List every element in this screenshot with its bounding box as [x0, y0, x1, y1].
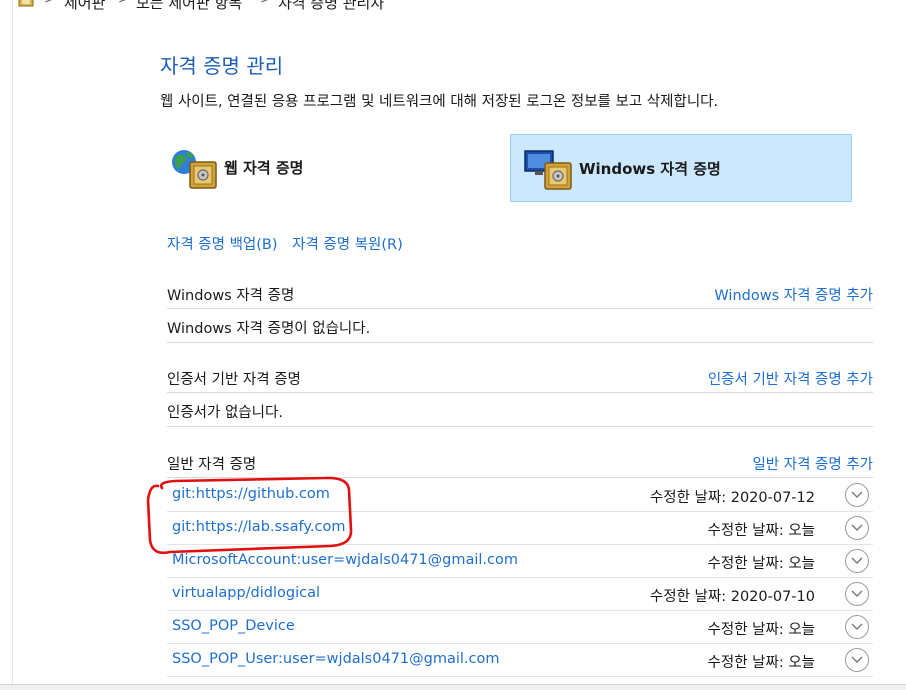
restore-credentials-link[interactable]: 자격 증명 복원(R) [292, 237, 403, 253]
credential-row[interactable]: SSO_POP_User:user=wjdals0471@gmail.com 수… [167, 644, 873, 677]
web-credentials-icon [166, 140, 220, 194]
page-description: 웹 사이트, 연결된 응용 프로그램 및 네트워크에 대해 저장된 로그온 정보… [160, 94, 719, 110]
credential-row[interactable]: SSO_POP_Device 수정한 날짜: 오늘 [167, 611, 873, 644]
bottom-edge [0, 684, 906, 690]
expand-chevron-icon[interactable] [845, 483, 869, 507]
certificate-credentials-empty: 인증서가 없습니다. [167, 394, 873, 427]
credential-row[interactable]: virtualapp/didlogical 수정한 날짜: 2020-07-10 [167, 578, 873, 611]
expand-chevron-icon[interactable] [845, 648, 869, 672]
credential-name[interactable]: SSO_POP_Device [172, 618, 295, 634]
expand-chevron-icon[interactable] [845, 516, 869, 540]
control-panel-icon [18, 0, 34, 7]
section-title: Windows 자격 증명 [167, 288, 295, 304]
generic-credentials-header: 일반 자격 증명 일반 자격 증명 추가 [167, 449, 873, 478]
credential-row[interactable]: MicrosoftAccount:user=wjdals0471@gmail.c… [167, 545, 873, 578]
window-left-border [12, 0, 13, 689]
empty-message: 인증서가 없습니다. [167, 405, 283, 421]
breadcrumb-item-credential-manager[interactable]: 자격 증명 관리자 [278, 0, 384, 13]
credential-modified-date: 수정한 날짜: 오늘 [707, 556, 815, 572]
page-title: 자격 증명 관리 [160, 54, 284, 78]
credential-modified-date: 수정한 날짜: 오늘 [707, 622, 815, 638]
tab-web-credentials-label: 웹 자격 증명 [224, 158, 304, 177]
credential-name[interactable]: SSO_POP_User:user=wjdals0471@gmail.com [172, 651, 500, 667]
tab-windows-credentials[interactable]: Windows 자격 증명 [510, 134, 852, 202]
add-windows-credential-link[interactable]: Windows 자격 증명 추가 [714, 284, 873, 305]
expand-chevron-icon[interactable] [845, 582, 869, 606]
windows-credentials-header: Windows 자격 증명 Windows 자격 증명 추가 [167, 280, 873, 309]
credential-name[interactable]: virtualapp/didlogical [172, 585, 320, 601]
add-generic-credential-link[interactable]: 일반 자격 증명 추가 [752, 453, 873, 474]
credential-modified-date: 수정한 날짜: 오늘 [707, 655, 815, 671]
empty-message: Windows 자격 증명이 없습니다. [167, 321, 371, 337]
add-certificate-credential-link[interactable]: 인증서 기반 자격 증명 추가 [708, 368, 873, 389]
credential-modified-date: 수정한 날짜: 오늘 [707, 523, 815, 539]
chevron-right-icon: > [118, 0, 129, 7]
backup-credentials-link[interactable]: 자격 증명 백업(B) [167, 237, 278, 253]
section-title: 일반 자격 증명 [167, 457, 257, 473]
credential-row[interactable]: git:https://github.com 수정한 날짜: 2020-07-1… [167, 479, 873, 512]
section-title: 인증서 기반 자격 증명 [167, 372, 301, 388]
credential-row[interactable]: git:https://lab.ssafy.com 수정한 날짜: 오늘 [167, 512, 873, 545]
tab-windows-credentials-label: Windows 자격 증명 [579, 159, 721, 178]
windows-credentials-icon [521, 141, 575, 195]
chevron-right-icon: > [260, 0, 271, 7]
chevron-right-icon: > [44, 0, 55, 7]
certificate-credentials-header: 인증서 기반 자격 증명 인증서 기반 자격 증명 추가 [167, 364, 873, 393]
windows-credentials-empty: Windows 자격 증명이 없습니다. [167, 310, 873, 343]
credential-name[interactable]: MicrosoftAccount:user=wjdals0471@gmail.c… [172, 552, 518, 568]
breadcrumb-item-all-items[interactable]: 모든 제어판 항목 [136, 0, 242, 13]
expand-chevron-icon[interactable] [845, 615, 869, 639]
credential-actions: 자격 증명 백업(B) 자격 증명 복원(R) [167, 233, 413, 254]
credential-name[interactable]: git:https://lab.ssafy.com [172, 519, 345, 535]
tab-web-credentials[interactable]: 웹 자격 증명 [166, 134, 486, 200]
expand-chevron-icon[interactable] [845, 549, 869, 573]
breadcrumb-item-control-panel[interactable]: 제어판 [64, 0, 105, 13]
breadcrumb: > 제어판 > 모든 제어판 항목 > 자격 증명 관리자 [0, 0, 906, 12]
credential-name[interactable]: git:https://github.com [172, 486, 330, 502]
credential-modified-date: 수정한 날짜: 2020-07-12 [649, 490, 815, 506]
credential-modified-date: 수정한 날짜: 2020-07-10 [649, 589, 815, 605]
